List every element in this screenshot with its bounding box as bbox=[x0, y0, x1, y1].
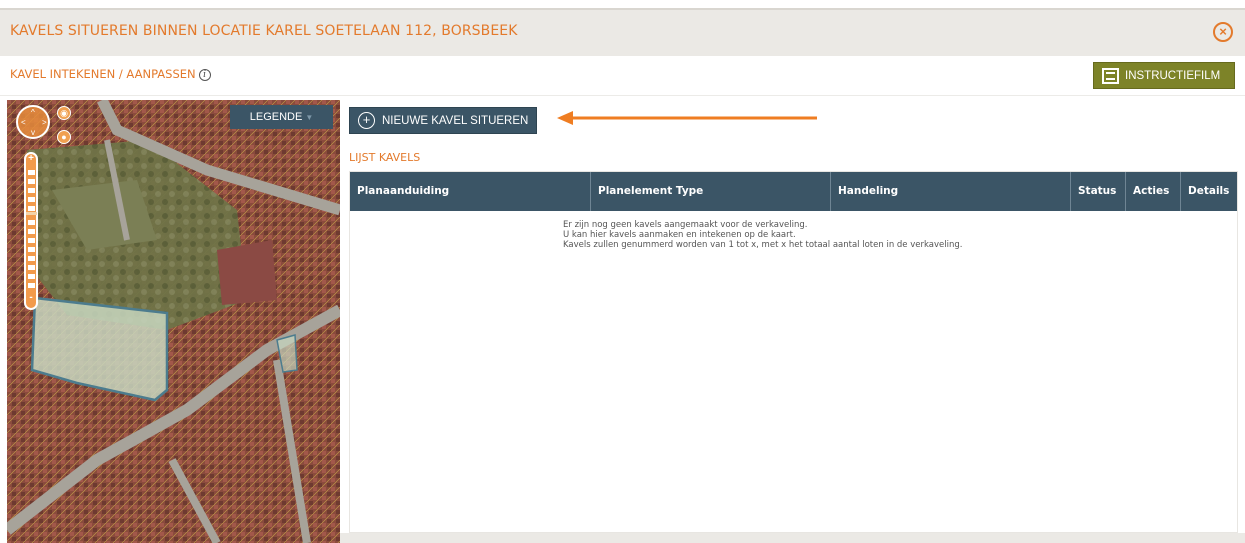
zoom-slider[interactable]: + - bbox=[24, 152, 38, 310]
zoom-tick bbox=[28, 206, 35, 211]
new-kavel-button[interactable]: + NIEUWE KAVEL SITUEREN bbox=[349, 107, 537, 134]
zoom-tick bbox=[28, 229, 35, 234]
kavels-panel: + NIEUWE KAVEL SITUEREN LIJST KAVELS Pla… bbox=[340, 100, 1245, 543]
section-header: KAVEL INTEKENEN / AANPASSEN i INSTRUCTIEF… bbox=[0, 56, 1245, 96]
zoom-in-icon[interactable]: + bbox=[26, 153, 36, 164]
zoom-tick bbox=[28, 197, 35, 202]
info-icon[interactable]: i bbox=[198, 69, 211, 81]
zoom-tick bbox=[28, 274, 35, 279]
section-title-label: KAVEL INTEKENEN / AANPASSEN bbox=[10, 67, 196, 81]
column-header-planelement-type[interactable]: Planelement Type bbox=[591, 172, 831, 211]
dialog-titlebar: KAVELS SITUEREN BINNEN LOCATIE KAREL SOE… bbox=[0, 8, 1245, 56]
new-kavel-label: NIEUWE KAVEL SITUEREN bbox=[382, 115, 529, 127]
film-icon bbox=[1102, 68, 1119, 84]
empty-message-line: U kan hier kavels aanmaken en intekenen … bbox=[563, 230, 796, 240]
list-title: LIJST KAVELS bbox=[349, 151, 421, 164]
instructiefilm-label: INSTRUCTIEFILM bbox=[1125, 70, 1221, 82]
location-pin-icon[interactable]: ● bbox=[57, 130, 71, 144]
column-header-handeling[interactable]: Handeling bbox=[831, 172, 1071, 211]
legend-label: LEGENDE bbox=[249, 111, 303, 123]
map-panel[interactable]: ^ v < > ◉ ● + - LEGENDE ▼ bbox=[7, 100, 340, 543]
zoom-tick bbox=[28, 247, 35, 252]
zoom-extent-icon[interactable]: ◉ bbox=[57, 106, 71, 120]
pan-control[interactable]: ^ v < > bbox=[16, 105, 50, 139]
dialog-title: KAVELS SITUEREN BINNEN LOCATIE KAREL SOE… bbox=[10, 23, 518, 39]
zoom-tick bbox=[28, 283, 35, 288]
zoom-tick bbox=[28, 179, 35, 184]
zoom-tick bbox=[28, 188, 35, 193]
aerial-map-image bbox=[7, 100, 340, 543]
chevron-down-icon: ▼ bbox=[305, 113, 314, 122]
table-header: Planaanduiding Planelement Type Handelin… bbox=[350, 172, 1237, 211]
empty-message-line: Kavels zullen genummerd worden van 1 tot… bbox=[563, 240, 963, 250]
zoom-tick bbox=[28, 238, 35, 243]
section-title: KAVEL INTEKENEN / AANPASSEN i bbox=[10, 67, 211, 81]
instructiefilm-button[interactable]: INSTRUCTIEFILM bbox=[1093, 62, 1235, 89]
zoom-out-icon[interactable]: - bbox=[26, 292, 36, 303]
column-header-details[interactable]: Details bbox=[1181, 172, 1237, 211]
zoom-tick bbox=[28, 220, 35, 225]
zoom-tick bbox=[28, 265, 35, 270]
plus-circle-icon: + bbox=[358, 112, 375, 129]
empty-table-message: Er zijn nog geen kavels aangemaakt voor … bbox=[563, 220, 962, 250]
column-header-status[interactable]: Status bbox=[1071, 172, 1126, 211]
zoom-handle[interactable] bbox=[26, 212, 37, 215]
zoom-tick bbox=[28, 256, 35, 261]
legend-button[interactable]: LEGENDE ▼ bbox=[230, 105, 333, 129]
close-icon[interactable]: × bbox=[1213, 22, 1233, 42]
kavels-table: Planaanduiding Planelement Type Handelin… bbox=[349, 171, 1238, 533]
zoom-tick bbox=[28, 170, 35, 175]
column-header-acties[interactable]: Acties bbox=[1126, 172, 1181, 211]
empty-message-line: Er zijn nog geen kavels aangemaakt voor … bbox=[563, 220, 808, 230]
panel-footer bbox=[340, 533, 1245, 543]
pointer-arrow-annotation bbox=[557, 111, 817, 125]
column-header-planaanduiding[interactable]: Planaanduiding bbox=[350, 172, 591, 211]
